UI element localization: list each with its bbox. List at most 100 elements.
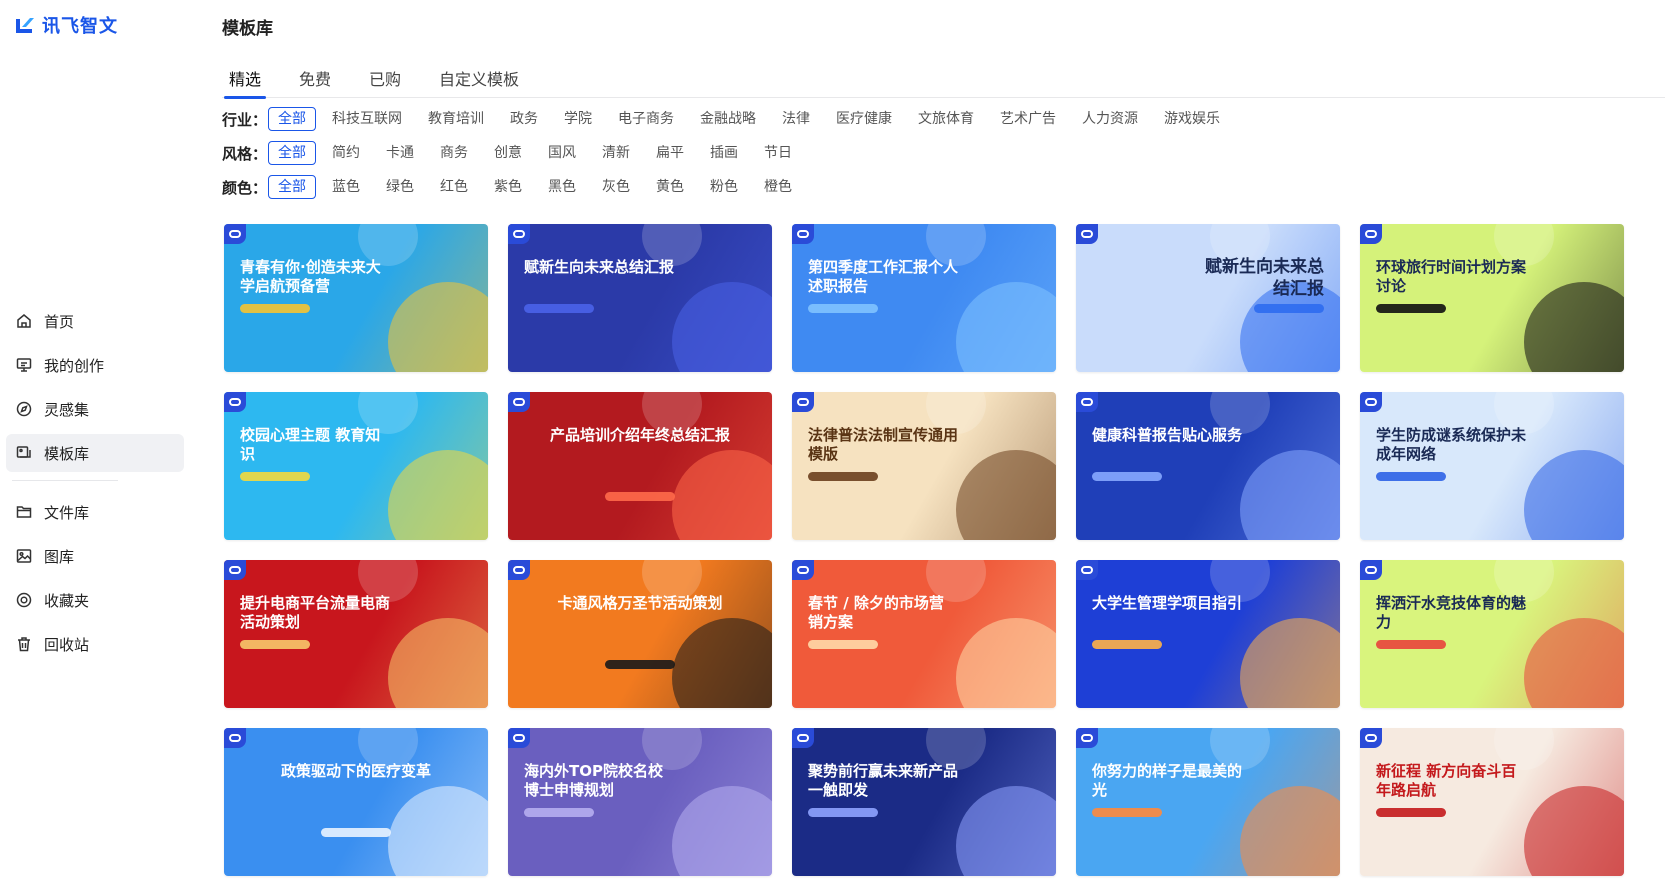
template-card[interactable]: 你努力的样子是最美的光: [1076, 728, 1340, 876]
filter-option[interactable]: 蓝色: [322, 175, 370, 199]
template-badge-icon: [1360, 728, 1382, 748]
filter-option[interactable]: 医疗健康: [826, 107, 902, 131]
filter-option[interactable]: 节日: [754, 141, 802, 165]
template-card[interactable]: 政策驱动下的医疗变革: [224, 728, 488, 876]
filter-option[interactable]: 清新: [592, 141, 640, 165]
template-card[interactable]: 产品培训介绍年终总结汇报: [508, 392, 772, 540]
sidebar-item-label: 回收站: [44, 635, 90, 654]
filter-option[interactable]: 橙色: [754, 175, 802, 199]
filter-option[interactable]: 科技互联网: [322, 107, 412, 131]
template-card[interactable]: 海内外TOP院校名校博士申博规划: [508, 728, 772, 876]
filter-option[interactable]: 法律: [772, 107, 820, 131]
template-card[interactable]: 校园心理主题 教育知识: [224, 392, 488, 540]
sidebar-item-favorites[interactable]: 收藏夹: [6, 581, 184, 619]
filter-option[interactable]: 全部: [268, 107, 316, 131]
template-card[interactable]: 提升电商平台流量电商活动策划: [224, 560, 488, 708]
template-badge-icon: [792, 560, 814, 580]
template-card[interactable]: 聚势前行赢未来新产品一触即发: [792, 728, 1056, 876]
filter-option[interactable]: 艺术广告: [990, 107, 1066, 131]
card-illustration: [1240, 618, 1340, 708]
template-title: 学生防成谜系统保护未成年网络: [1376, 426, 1527, 463]
filter-label: 颜色：: [222, 178, 268, 197]
template-card[interactable]: 春节 / 除夕的市场营销方案: [792, 560, 1056, 708]
template-card[interactable]: 赋新生向未来总结汇报: [508, 224, 772, 372]
template-card[interactable]: 大学生管理学项目指引: [1076, 560, 1340, 708]
template-badge-icon: [1076, 728, 1098, 748]
card-illustration: [1240, 450, 1340, 540]
sidebar-item-inspiration[interactable]: 灵感集: [6, 390, 184, 428]
template-card[interactable]: 环球旅行时间计划方案讨论: [1360, 224, 1624, 372]
app-logo[interactable]: 讯飞智文: [14, 12, 118, 38]
main-content: 模板库 精选 免费 已购 自定义模板 行业： 全部 科技互联网 教育培训 政务 …: [222, 0, 1665, 888]
template-tabs: 精选 免费 已购 自定义模板: [222, 68, 1665, 99]
filter-option[interactable]: 绿色: [376, 175, 424, 199]
template-card[interactable]: 卡通风格万圣节活动策划: [508, 560, 772, 708]
filter-option[interactable]: 粉色: [700, 175, 748, 199]
filter-option[interactable]: 教育培训: [418, 107, 494, 131]
sidebar-item-home[interactable]: 首页: [6, 302, 184, 340]
filter-option[interactable]: 插画: [700, 141, 748, 165]
filter-label: 风格：: [222, 144, 268, 163]
filter-option[interactable]: 黄色: [646, 175, 694, 199]
filter-option[interactable]: 创意: [484, 141, 532, 165]
filter-option[interactable]: 紫色: [484, 175, 532, 199]
template-badge-icon: [1076, 560, 1098, 580]
template-card[interactable]: 第四季度工作汇报个人述职报告: [792, 224, 1056, 372]
card-illustration: [672, 282, 772, 372]
template-icon: [16, 445, 32, 461]
card-decoration-bar: [808, 808, 878, 817]
sidebar-item-label: 模板库: [44, 444, 90, 463]
card-decoration-bar: [321, 828, 391, 837]
trash-icon: [16, 636, 32, 652]
template-badge-icon: [508, 392, 530, 412]
sidebar-item-trash[interactable]: 回收站: [6, 625, 184, 663]
filter-option[interactable]: 电子商务: [608, 107, 684, 131]
filter-option[interactable]: 人力资源: [1072, 107, 1148, 131]
filter-option[interactable]: 文旅体育: [908, 107, 984, 131]
tab-free[interactable]: 免费: [292, 68, 338, 98]
filter-option[interactable]: 全部: [268, 141, 316, 165]
filter-option[interactable]: 学院: [554, 107, 602, 131]
page-title: 模板库: [222, 19, 273, 39]
filter-option[interactable]: 国风: [538, 141, 586, 165]
tab-purchased[interactable]: 已购: [362, 68, 408, 98]
filter-option[interactable]: 政务: [500, 107, 548, 131]
filter-industry: 行业： 全部 科技互联网 教育培训 政务 学院 电子商务 金融战略 法律 医疗健…: [222, 106, 1236, 132]
template-card[interactable]: 青春有你·创造未来大学启航预备营: [224, 224, 488, 372]
tab-featured[interactable]: 精选: [222, 68, 268, 99]
template-title: 赋新生向未来总结汇报: [1205, 257, 1324, 299]
filter-option[interactable]: 黑色: [538, 175, 586, 199]
template-title: 第四季度工作汇报个人述职报告: [808, 258, 959, 295]
sidebar-item-files[interactable]: 文件库: [6, 493, 184, 531]
sidebar-item-templates[interactable]: 模板库: [6, 434, 184, 472]
template-title: 挥洒汗水竞技体育的魅力: [1376, 594, 1527, 631]
template-badge-icon: [1360, 224, 1382, 244]
template-card[interactable]: 学生防成谜系统保护未成年网络: [1360, 392, 1624, 540]
sidebar-item-label: 灵感集: [44, 400, 90, 419]
template-card[interactable]: 挥洒汗水竞技体育的魅力: [1360, 560, 1624, 708]
template-title: 提升电商平台流量电商活动策划: [240, 594, 391, 631]
template-title: 聚势前行赢未来新产品一触即发: [808, 762, 959, 799]
sidebar-item-my-creations[interactable]: 我的创作: [6, 346, 184, 384]
card-illustration: [1524, 450, 1624, 540]
template-card[interactable]: 法律普法法制宣传通用模版: [792, 392, 1056, 540]
filter-option[interactable]: 红色: [430, 175, 478, 199]
filter-option[interactable]: 金融战略: [690, 107, 766, 131]
filter-style: 风格： 全部 简约 卡通 商务 创意 国风 清新 扁平 插画 节日: [222, 140, 808, 166]
filter-option[interactable]: 灰色: [592, 175, 640, 199]
filter-option[interactable]: 商务: [430, 141, 478, 165]
template-card[interactable]: 健康科普报告贴心服务: [1076, 392, 1340, 540]
card-illustration: [388, 618, 488, 708]
sidebar-item-gallery[interactable]: 图库: [6, 537, 184, 575]
filter-option[interactable]: 简约: [322, 141, 370, 165]
filter-option[interactable]: 扁平: [646, 141, 694, 165]
filter-option[interactable]: 游戏娱乐: [1154, 107, 1230, 131]
template-card[interactable]: 新征程 新方向奋斗百年路启航: [1360, 728, 1624, 876]
filter-option[interactable]: 全部: [268, 175, 316, 199]
template-badge-icon: [508, 560, 530, 580]
tab-custom[interactable]: 自定义模板: [432, 68, 526, 98]
filter-option[interactable]: 卡通: [376, 141, 424, 165]
template-card[interactable]: 赋新生向未来总结汇报: [1076, 224, 1340, 372]
sidebar-item-label: 文件库: [44, 503, 90, 522]
sidebar-nav: 首页 我的创作 灵感集 模板库 文件库 图库 收藏夹 回收站: [6, 302, 184, 669]
